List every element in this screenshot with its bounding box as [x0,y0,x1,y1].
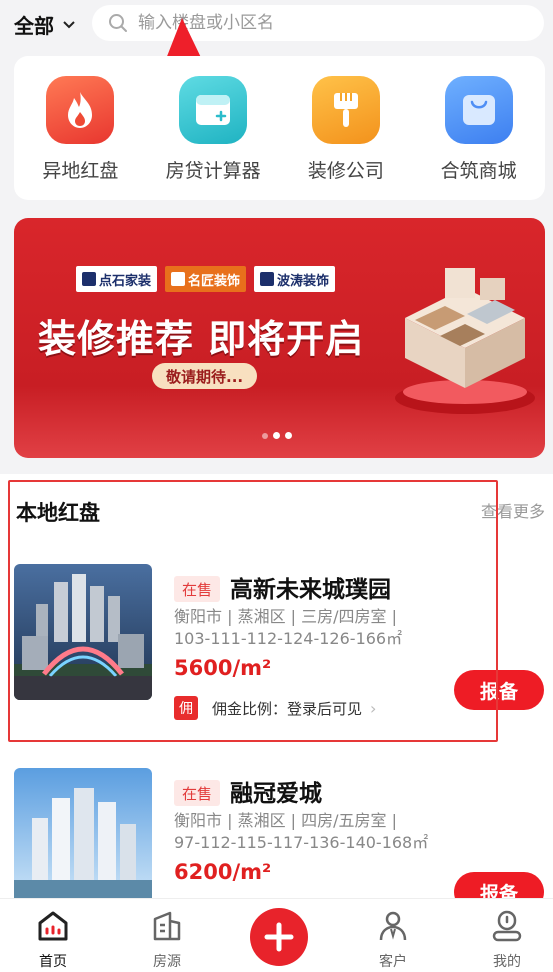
report-button[interactable]: 报备 [454,872,544,898]
city-selector[interactable]: 全部 [14,10,76,39]
listing-price: 6200/m² [174,860,272,884]
quick-item-label: 装修公司 [307,160,384,182]
quick-item-label: 异地红盘 [42,160,119,182]
quick-item-mortgage-calculator[interactable]: 房贷计算器 [153,76,273,200]
header: 全部 [0,0,553,50]
listing-meta: 衡阳市 | 蒸湘区 | 四房/五房室 | 97-112-115-117-136-… [174,811,429,852]
tab-label: 客户 [379,954,407,970]
city-label: 全部 [14,14,54,38]
quick-item-remote-hot[interactable]: 异地红盘 [20,76,140,200]
shopping-bag-icon [444,76,513,144]
quick-item-label: 合筑商城 [440,160,517,182]
tab-label: 房源 [153,954,181,970]
plus-icon [264,922,294,952]
carousel-indicator [262,432,292,439]
customer-icon [379,911,407,941]
status-badge: 在售 [174,780,221,806]
search-icon [109,14,127,32]
chevron-down-icon [63,20,75,28]
quick-item-mall[interactable]: 合筑商城 [419,76,539,200]
banner-pill: 敬请期待... [152,363,258,389]
listing-card[interactable]: 在售 融冠爱城 衡阳市 | 蒸湘区 | 四房/五房室 | 97-112-115-… [14,768,544,898]
quick-item-label: 房贷计算器 [165,160,261,182]
brand-logo: 波涛装饰 [254,266,336,292]
logo-mark-icon [260,272,275,286]
house-model-icon [395,268,535,414]
logo-mark-icon [171,272,186,286]
listing-thumbnail [14,768,152,898]
banner-logos: 点石家装 名匠装饰 波涛装饰 [76,266,336,292]
flame-icon [46,76,115,144]
tab-home[interactable]: 首页 [18,909,88,971]
home-icon [38,911,68,941]
listing-name: 融冠爱城 [230,781,322,807]
logo-mark-icon [82,272,96,286]
calculator-icon [179,76,248,144]
brand-logo: 名匠装饰 [165,266,247,292]
banner-title: 装修推荐 即将开启 [38,317,365,361]
profile-icon [492,910,522,942]
annotation-highlight-box [8,480,498,742]
tab-label: 首页 [39,954,67,970]
brand-logo: 点石家装 [76,266,158,292]
tab-label: 我的 [493,954,521,970]
quick-item-decoration-company[interactable]: 装修公司 [286,76,406,200]
tab-listings[interactable]: 房源 [132,909,202,971]
quick-menu: 异地红盘 房贷计算器 装修公司 合筑商城 [14,56,545,200]
building-icon [153,911,181,941]
tab-customers[interactable]: 客户 [358,909,428,971]
add-button[interactable] [250,908,308,966]
tab-profile[interactable]: 我的 [472,909,542,971]
promo-banner[interactable]: 点石家装 名匠装饰 波涛装饰 装修推荐 即将开启 敬请期待... [14,218,545,458]
paint-brush-icon [311,76,380,144]
